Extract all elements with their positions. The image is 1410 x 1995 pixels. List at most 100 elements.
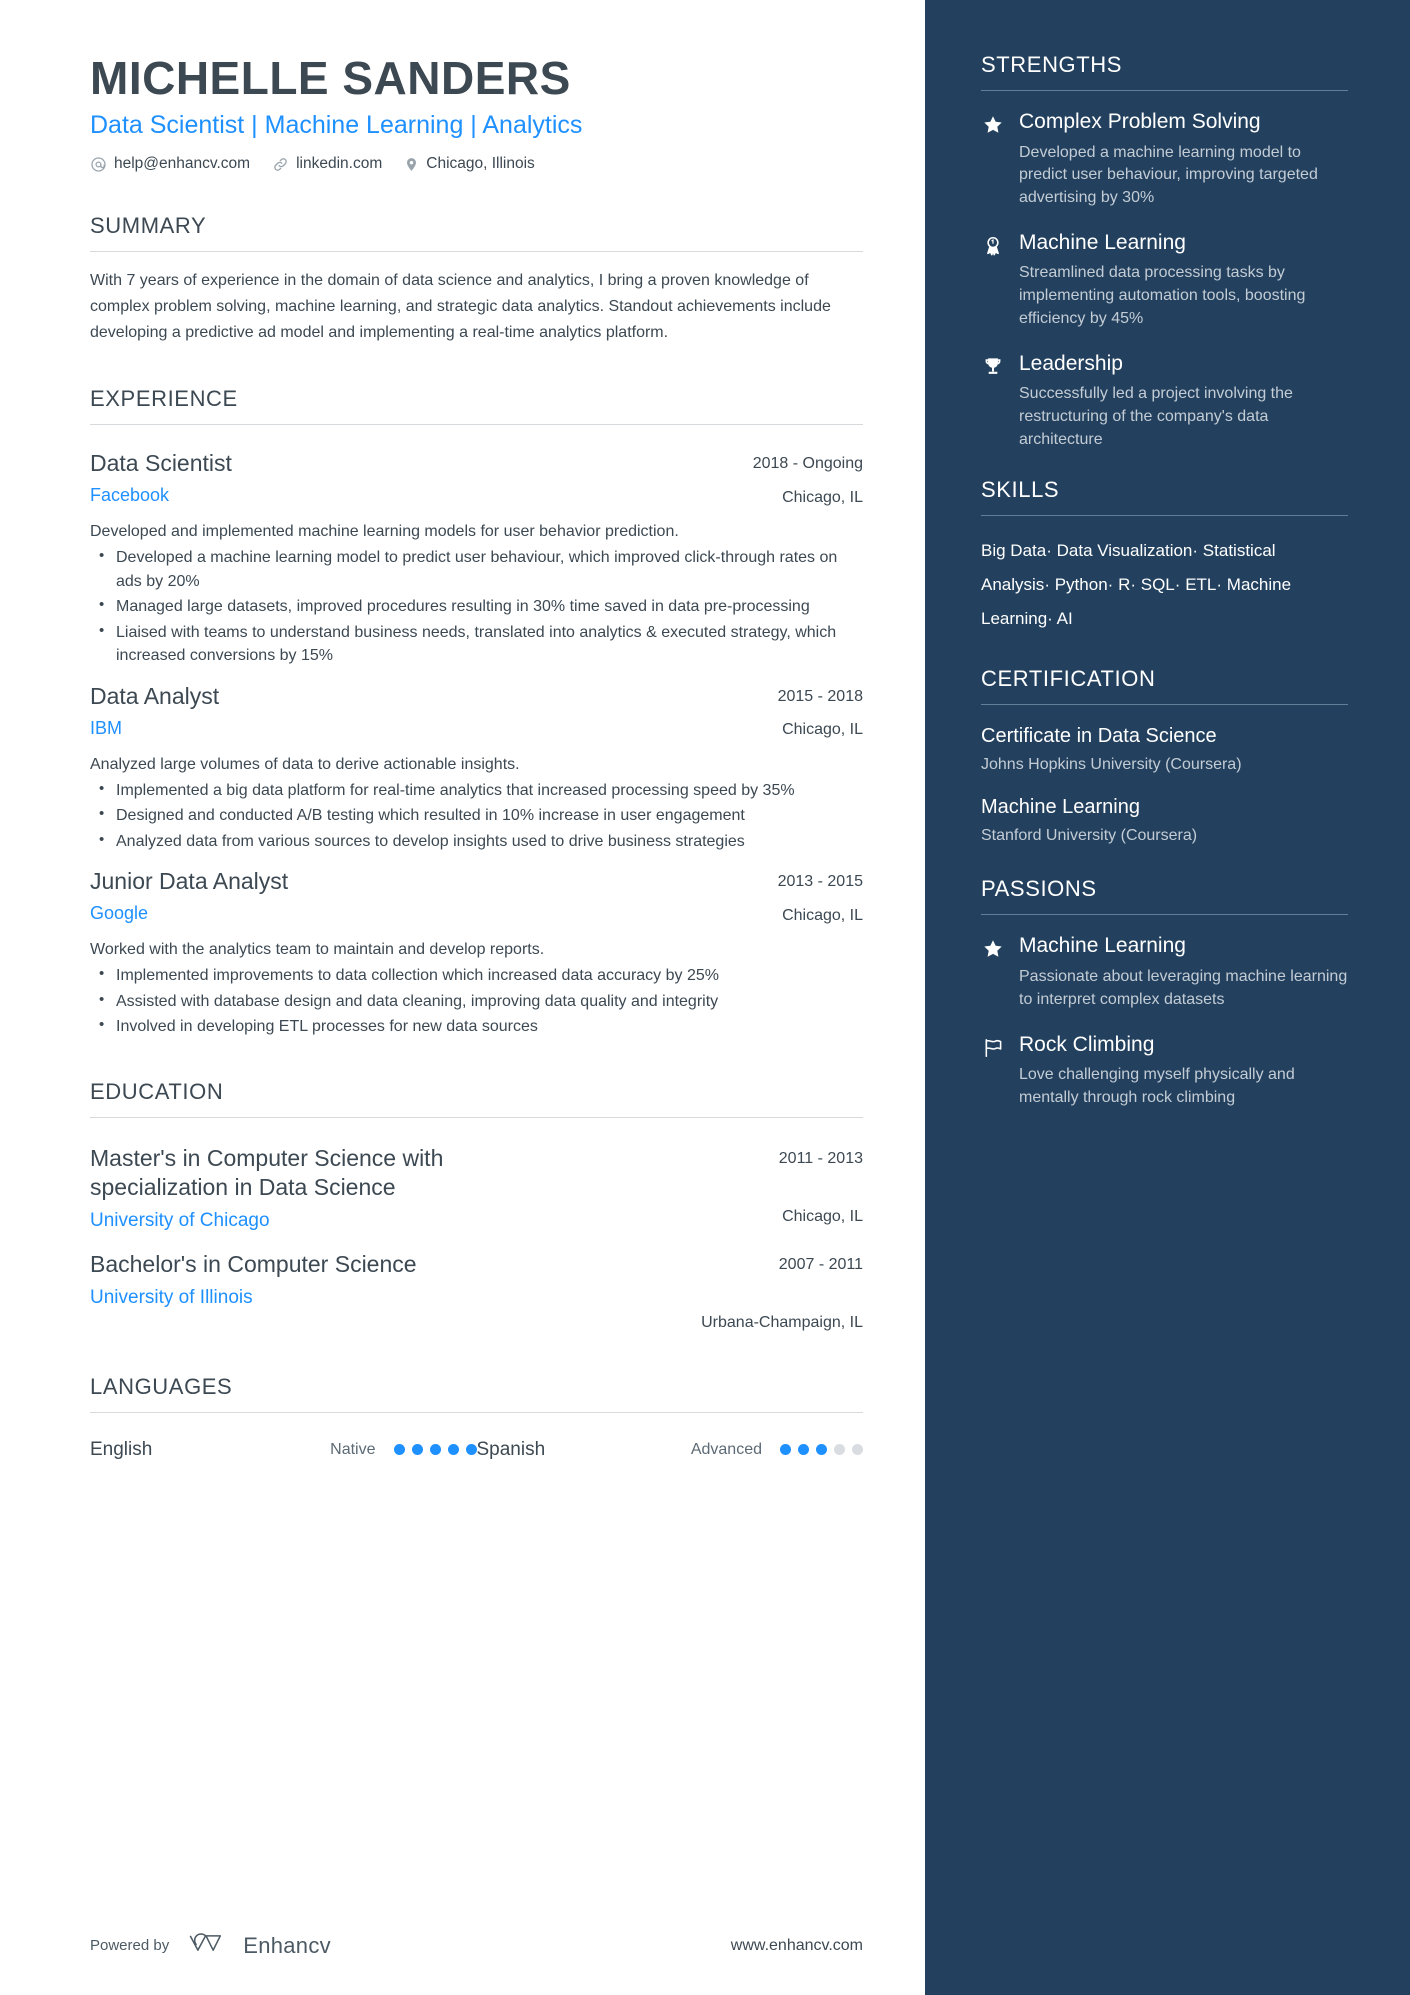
section-title-summary: SUMMARY	[90, 213, 863, 253]
skill-separator: ·	[1174, 575, 1181, 595]
contact-linkedin[interactable]: linkedin.com	[272, 155, 382, 173]
experience-company[interactable]: IBM	[90, 715, 760, 742]
language-item: English Native	[90, 1439, 477, 1461]
location-pin-icon	[404, 156, 419, 173]
experience-description: Worked with the analytics team to mainta…	[90, 941, 545, 959]
section-skills: SKILLS Big Data· Data Visualization· Sta…	[981, 477, 1348, 636]
experience-entry: Data Analyst IBM 2015 - 2018 Chicago, IL…	[90, 674, 863, 854]
passion-title: Machine Learning	[1019, 934, 1186, 958]
experience-entry: Data Scientist Facebook 2018 - Ongoing C…	[90, 441, 863, 668]
section-summary: SUMMARY With 7 years of experience in th…	[90, 213, 863, 346]
award-medal-icon	[981, 230, 1005, 331]
strength-title: Leadership	[1019, 351, 1123, 375]
professional-headline: Data Scientist | Machine Learning | Anal…	[90, 110, 583, 139]
sidebar-column: STRENGTHS Complex Problem Solving Develo…	[925, 0, 1410, 1995]
at-icon	[90, 156, 107, 173]
enhancv-logo-icon	[185, 1930, 227, 1961]
education-dates: 2011 - 2013	[778, 1149, 863, 1167]
experience-role: Data Scientist	[90, 450, 232, 477]
skill-chip: AI	[1056, 609, 1073, 629]
certification-org: Stanford University (Coursera)	[981, 826, 1198, 844]
experience-bullets: Implemented a big data platform for real…	[90, 778, 863, 854]
education-school[interactable]: University of Chicago	[90, 1210, 761, 1232]
language-level: Advanced	[690, 1440, 762, 1458]
education-entry: Master's in Computer Science with specia…	[90, 1134, 863, 1232]
section-title-passions: PASSIONS	[981, 876, 1348, 916]
education-dates: 2007 - 2011	[778, 1255, 863, 1273]
header-block: MICHELLE SANDERS Data Scientist | Machin…	[90, 52, 863, 173]
skills-list: Big Data· Data Visualization· Statistica…	[981, 534, 1348, 636]
section-title-skills: SKILLS	[981, 477, 1348, 517]
passion-item: Machine Learning Passionate about levera…	[981, 933, 1348, 1011]
rating-dot	[852, 1444, 863, 1456]
skill-chip: R	[1118, 575, 1131, 595]
page-title: MICHELLE SANDERS	[90, 52, 571, 104]
section-strengths: STRENGTHS Complex Problem Solving Develo…	[981, 52, 1348, 451]
rating-dot	[780, 1444, 791, 1456]
experience-role: Junior Data Analyst	[90, 868, 289, 895]
powered-by-label: Powered by	[90, 1937, 170, 1954]
language-name: English	[90, 1438, 153, 1460]
certification-name: Certificate in Data Science	[981, 725, 1217, 748]
education-location: Urbana-Champaign, IL	[701, 1314, 863, 1332]
skill-chip: Big Data	[981, 541, 1047, 561]
bullet-item: Liaised with teams to understand busines…	[90, 620, 863, 668]
section-title-experience: EXPERIENCE	[90, 386, 863, 426]
strength-title: Complex Problem Solving	[1019, 110, 1261, 133]
strength-item: Complex Problem Solving Developed a mach…	[981, 109, 1348, 210]
rating-dot	[429, 1444, 441, 1456]
contact-email[interactable]: help@enhancv.com	[90, 155, 250, 173]
education-degree: Bachelor's in Computer Science	[90, 1250, 417, 1277]
skill-chip: Data Visualization	[1056, 541, 1193, 561]
powered-by-block: Powered by Enhancv	[90, 1930, 331, 1961]
skill-separator: ·	[1044, 575, 1050, 595]
resume-page: MICHELLE SANDERS Data Scientist | Machin…	[0, 0, 1410, 1995]
rating-dot	[798, 1444, 809, 1456]
certification-item: Certificate in Data Science Johns Hopkin…	[981, 723, 1348, 776]
strength-desc: Streamlined data processing tasks by imp…	[1019, 264, 1306, 327]
site-url[interactable]: www.enhancv.com	[731, 1937, 863, 1955]
experience-location: Chicago, IL	[782, 488, 863, 506]
certification-org: Johns Hopkins University (Coursera)	[981, 756, 1242, 774]
strength-desc: Developed a machine learning model to pr…	[1019, 143, 1318, 207]
section-education: EDUCATION Master's in Computer Science w…	[90, 1079, 863, 1334]
flag-icon	[981, 1032, 1005, 1110]
section-title-certification: CERTIFICATION	[981, 666, 1348, 706]
bullet-item: Designed and conducted A/B testing which…	[90, 803, 863, 828]
language-level: Native	[330, 1440, 376, 1458]
section-passions: PASSIONS Machine Learning Passionate abo…	[981, 876, 1348, 1109]
passion-desc: Love challenging myself physically and m…	[1019, 1066, 1295, 1106]
passion-item: Rock Climbing Love challenging myself ph…	[981, 1032, 1348, 1110]
experience-dates: 2018 - Ongoing	[752, 455, 863, 473]
education-school[interactable]: University of Illinois	[90, 1287, 683, 1309]
experience-company[interactable]: Facebook	[90, 482, 735, 509]
experience-dates: 2015 - 2018	[777, 687, 863, 705]
star-icon	[981, 933, 1005, 1011]
education-location: Chicago, IL	[782, 1208, 863, 1226]
section-title-strengths: STRENGTHS	[981, 52, 1348, 91]
strength-desc: Successfully led a project involving the…	[1019, 385, 1293, 448]
experience-description: Analyzed large volumes of data to derive…	[90, 755, 520, 773]
skill-separator: ·	[1107, 575, 1114, 595]
languages-row: English Native Spanish Advanced	[90, 1429, 863, 1461]
rating-dot	[465, 1444, 477, 1456]
main-column: MICHELLE SANDERS Data Scientist | Machin…	[0, 0, 925, 1995]
education-entry: Bachelor's in Computer Science Universit…	[90, 1240, 863, 1334]
passion-title: Rock Climbing	[1019, 1032, 1155, 1056]
skill-separator: ·	[1216, 575, 1223, 595]
education-degree: Master's in Computer Science with specia…	[90, 1144, 444, 1200]
experience-location: Chicago, IL	[782, 721, 863, 739]
experience-company[interactable]: Google	[90, 900, 760, 927]
brand-name: Enhancv	[243, 1932, 331, 1958]
contact-row: help@enhancv.com linkedin.com Chicago, I…	[90, 155, 863, 173]
bullet-item: Analyzed data from various sources to de…	[90, 829, 863, 854]
star-icon	[981, 109, 1005, 210]
skill-separator: ·	[1192, 541, 1199, 561]
experience-bullets: Developed a machine learning model to pr…	[90, 545, 863, 668]
contact-location: Chicago, Illinois	[404, 155, 535, 173]
skill-separator: ·	[1130, 575, 1137, 595]
section-certification: CERTIFICATION Certificate in Data Scienc…	[981, 666, 1348, 846]
strength-item: Leadership Successfully led a project in…	[981, 351, 1348, 452]
experience-bullets: Implemented improvements to data collect…	[90, 963, 863, 1039]
certification-item: Machine Learning Stanford University (Co…	[981, 794, 1348, 847]
